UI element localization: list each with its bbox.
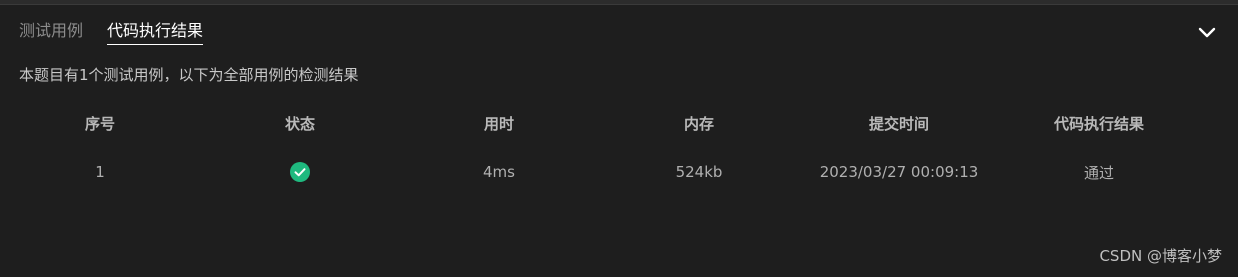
cell-index: 1 — [95, 163, 105, 181]
result-tabs: 测试用例 代码执行结果 — [19, 19, 204, 47]
header-submit-time: 提交时间 — [868, 114, 929, 133]
cell-result: 通过 — [1083, 163, 1114, 182]
header-time: 用时 — [483, 114, 514, 133]
cell-status — [200, 157, 400, 187]
header-index: 序号 — [84, 114, 115, 133]
watermark: CSDN @博客小梦 — [1099, 247, 1222, 265]
result-summary: 本题目有1个测试用例，以下为全部用例的检测结果 — [19, 66, 359, 84]
cell-memory: 524kb — [675, 163, 723, 181]
header-status: 状态 — [284, 114, 315, 133]
tab-test-cases[interactable]: 测试用例 — [19, 19, 83, 43]
cell-time: 4ms — [483, 163, 515, 181]
check-circle-icon — [290, 162, 310, 182]
collapse-button[interactable] — [1194, 22, 1220, 44]
header-result: 代码执行结果 — [1053, 114, 1144, 133]
table-header-row: 序号 状态 用时 内存 提交时间 代码执行结果 — [0, 108, 1238, 138]
tab-execution-result[interactable]: 代码执行结果 — [107, 19, 204, 45]
chevron-down-icon — [1198, 27, 1216, 38]
table-row: 1 4ms 524kb 2023/03/27 00:09:13 通过 — [0, 157, 1238, 187]
cell-submit-time: 2023/03/27 00:09:13 — [819, 163, 979, 181]
panel-divider — [0, 4, 1238, 5]
results-table: 序号 状态 用时 内存 提交时间 代码执行结果 1 4ms 524kb 2023… — [0, 108, 1238, 187]
header-memory: 内存 — [683, 114, 714, 133]
